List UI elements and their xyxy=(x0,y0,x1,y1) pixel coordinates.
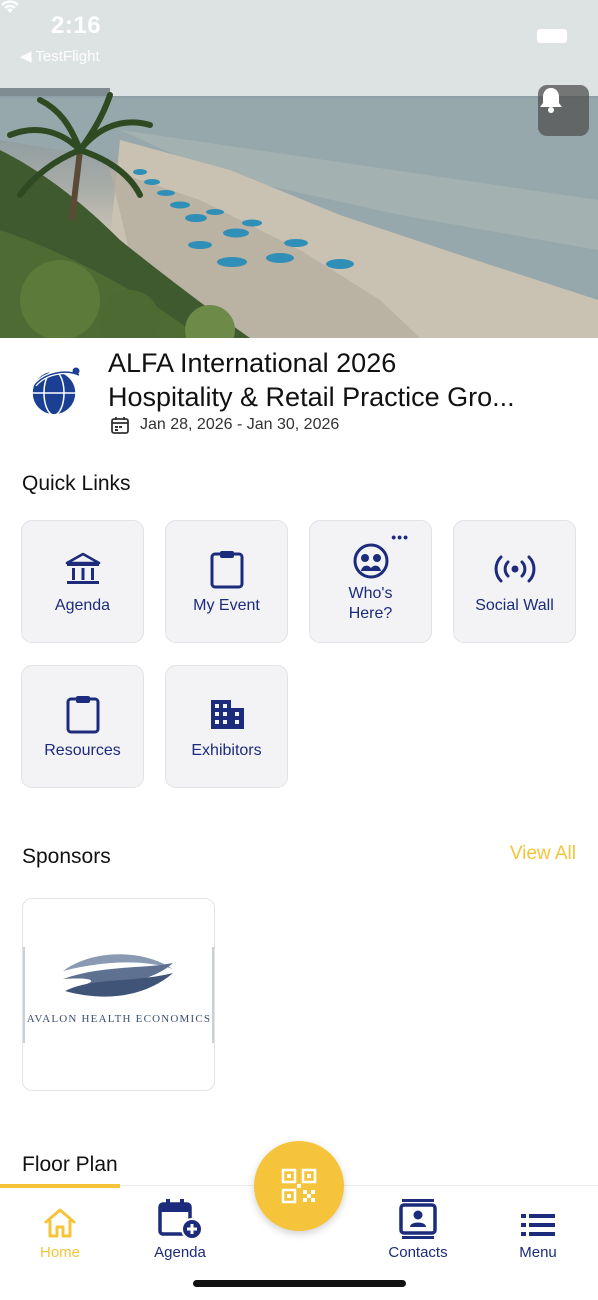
tab-home[interactable]: Home xyxy=(0,1200,120,1261)
tab-agenda-label: Agenda xyxy=(154,1244,206,1261)
event-logo-globe-icon xyxy=(31,367,80,416)
more-dots-icon: ••• xyxy=(391,529,409,545)
quick-link-whos-here-label-line1: Who's xyxy=(348,584,393,602)
home-icon xyxy=(44,1208,76,1238)
quick-link-exhibitors[interactable]: Exhibitors xyxy=(165,665,288,788)
view-all-sponsors-link[interactable]: View All xyxy=(510,843,576,865)
quick-links-heading: Quick Links xyxy=(22,472,131,495)
tab-contacts[interactable]: Contacts xyxy=(358,1199,478,1261)
bell-icon xyxy=(540,88,562,113)
event-banner-image: 2:16 ◀ TestFlight xyxy=(0,0,598,338)
tab-menu[interactable]: Menu xyxy=(478,1200,598,1261)
tab-menu-label: Menu xyxy=(519,1244,557,1261)
tab-contacts-label: Contacts xyxy=(388,1244,448,1261)
quick-link-whos-here[interactable]: ••• Who's Here? xyxy=(309,520,432,643)
event-dates-text: Jan 28, 2026 - Jan 30, 2026 xyxy=(140,416,340,433)
clipboard-icon xyxy=(210,550,243,588)
quick-link-exhibitors-label: Exhibitors xyxy=(191,741,262,759)
clipboard-icon xyxy=(66,695,99,733)
quick-link-whos-here-label-line2: Here? xyxy=(348,604,393,622)
bank-icon xyxy=(65,552,100,584)
quick-link-social-wall-label: Social Wall xyxy=(475,596,554,614)
qr-scan-button[interactable] xyxy=(254,1141,344,1231)
notifications-button[interactable] xyxy=(538,85,589,136)
quick-link-social-wall[interactable]: Social Wall xyxy=(453,520,576,643)
svg-text:AVALON HEALTH ECONOMICS: AVALON HEALTH ECONOMICS xyxy=(27,1013,211,1025)
contacts-icon xyxy=(399,1199,437,1239)
quick-link-my-event-label: My Event xyxy=(193,596,260,614)
sponsor-card-avalon[interactable]: AVALON HEALTH ECONOMICS xyxy=(22,898,215,1091)
tab-home-label: Home xyxy=(39,1244,80,1261)
quick-link-agenda-label: Agenda xyxy=(54,596,111,614)
back-to-testflight-link[interactable]: ◀ TestFlight xyxy=(20,47,100,65)
broadcast-icon xyxy=(494,555,535,582)
calendar-icon xyxy=(111,417,129,434)
status-time: 2:16 xyxy=(51,12,102,39)
building-icon xyxy=(210,699,244,729)
active-tab-indicator xyxy=(0,1184,120,1188)
calendar-add-icon xyxy=(158,1199,203,1240)
event-dates: Jan 28, 2026 - Jan 30, 2026 xyxy=(110,415,339,435)
battery-icon xyxy=(537,29,567,43)
wifi-icon xyxy=(1,0,19,13)
event-title-line1: ALFA International 2026 xyxy=(108,348,397,378)
avalon-logo: AVALON HEALTH ECONOMICS xyxy=(23,947,214,1043)
people-icon xyxy=(353,543,388,578)
floor-plan-heading: Floor Plan xyxy=(22,1153,118,1176)
menu-list-icon xyxy=(521,1214,555,1236)
sponsors-heading: Sponsors xyxy=(22,845,111,868)
tab-agenda[interactable]: Agenda xyxy=(120,1199,240,1261)
quick-link-resources-label: Resources xyxy=(44,741,121,759)
quick-link-my-event[interactable]: My Event xyxy=(165,520,288,643)
quick-link-resources[interactable]: Resources xyxy=(21,665,144,788)
home-indicator-bar xyxy=(193,1280,406,1287)
quick-link-agenda[interactable]: Agenda xyxy=(21,520,144,643)
event-title-line2: Hospitality & Retail Practice Gro... xyxy=(108,382,515,412)
qr-code-icon xyxy=(281,1168,317,1204)
